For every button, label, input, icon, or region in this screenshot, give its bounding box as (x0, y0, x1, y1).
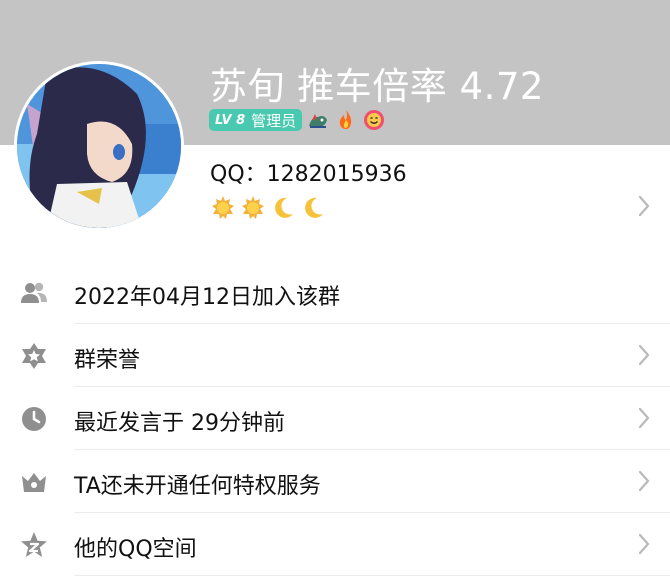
avatar-image (17, 64, 181, 228)
clock-icon (20, 405, 48, 433)
joined-date-label: 2022年04月12日加入该群 (74, 285, 340, 310)
people-icon (20, 279, 48, 307)
privileges-label: TA还未开通任何特权服务 (74, 474, 321, 499)
smiley-icon[interactable] (362, 108, 386, 132)
dragon-icon[interactable] (306, 108, 330, 132)
last-active-label: 最近发言于 29分钟前 (74, 411, 285, 436)
joined-date-row: 2022年04月12日加入该群 (0, 261, 670, 324)
qq-number: QQ：1282015936 (210, 162, 407, 187)
group-honor-row[interactable]: 群荣誉 (0, 324, 670, 387)
group-level-badge[interactable]: LV 8 管理员 (209, 109, 303, 131)
chevron-right-icon (638, 533, 650, 559)
qzone-star-icon (20, 531, 48, 559)
chevron-right-icon (638, 344, 650, 370)
badge-row: LV 8 管理员 (209, 108, 386, 132)
chevron-right-icon (638, 470, 650, 496)
group-honor-label: 群荣誉 (74, 348, 141, 373)
crown-icon (20, 468, 48, 496)
profile-chevron-icon[interactable] (638, 195, 650, 221)
fire-icon[interactable] (334, 108, 358, 132)
qzone-label: 他的QQ空间 (74, 537, 197, 562)
role-text: 管理员 (251, 111, 297, 130)
last-active-row[interactable]: 最近发言于 29分钟前 (0, 387, 670, 450)
privileges-row[interactable]: TA还未开通任何特权服务 (0, 450, 670, 513)
profile-menu: 2022年04月12日加入该群 群荣誉 最近发言于 29分钟前 TA还未开通任何… (0, 261, 670, 576)
level-text: LV 8 (215, 112, 246, 128)
moon-icon (270, 195, 296, 221)
qq-level-icons[interactable] (210, 195, 326, 221)
sun-icon (210, 195, 236, 221)
avatar[interactable] (14, 61, 184, 231)
star-badge-icon (20, 342, 48, 370)
divider (74, 575, 670, 576)
chevron-right-icon (638, 407, 650, 433)
nickname: 苏旬 推车倍率 4.72 (210, 65, 544, 108)
moon-icon (300, 195, 326, 221)
qzone-row[interactable]: 他的QQ空间 (0, 513, 670, 576)
sun-icon (240, 195, 266, 221)
